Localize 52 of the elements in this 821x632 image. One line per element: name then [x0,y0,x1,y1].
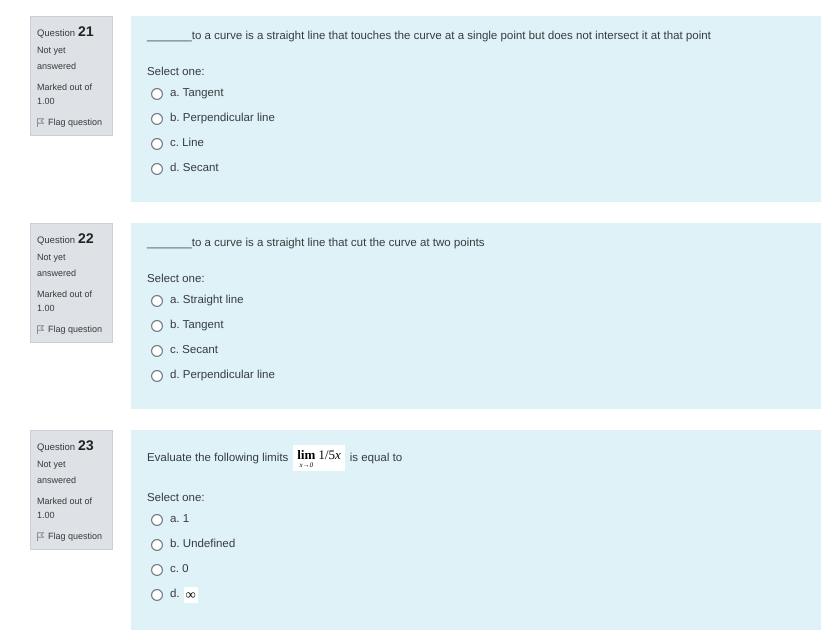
radio-button[interactable] [151,588,163,600]
radio-button[interactable] [151,162,163,174]
question-number: 22 [78,229,94,247]
flag-question-link[interactable]: Flag question [48,529,102,543]
option-label[interactable]: a. Straight line [170,292,244,310]
flag-icon[interactable] [37,532,44,540]
question-state: Not yet answered [37,458,78,487]
option-label[interactable]: c. 0 [170,560,189,578]
option-label[interactable]: b. Undefined [170,536,236,554]
question-text: _______to a curve is a straight line that touches the curve at a single point but does not intersect it at that point [147,29,711,44]
radio-button[interactable] [151,370,163,382]
radio-button[interactable] [151,564,163,576]
question-label: Question [37,27,76,41]
question-text: Evaluate the following limits [147,451,288,466]
flag-icon[interactable] [37,118,44,126]
option-label[interactable]: c. Line [170,134,204,152]
radio-button[interactable] [151,514,163,526]
option-label[interactable]: d. [170,586,180,604]
radio-button[interactable] [151,88,163,100]
limit-operator: lim [297,448,316,461]
question-label: Question [37,441,76,455]
question-number: 21 [78,22,94,40]
question-mark: Marked out of 1.00 [37,288,94,315]
option-label[interactable]: b. Perpendicular line [170,110,275,128]
question-state: Not yet answered [37,44,78,73]
math-answer: ∞ [184,586,198,602]
question-state: Not yet answered [37,251,78,280]
question-number: 23 [78,436,94,454]
option-label[interactable]: a. Tangent [170,84,224,102]
flag-question-link[interactable]: Flag question [48,115,102,129]
radio-button[interactable] [151,344,163,356]
radio-button[interactable] [151,294,163,306]
select-one-prompt: Select one: [147,65,206,80]
select-one-prompt: Select one: [147,272,206,287]
question-text: _______to a curve is a straight line that cut the curve at two points [147,236,485,251]
flag-icon[interactable] [37,324,44,334]
radio-button[interactable] [151,320,163,332]
option-label[interactable]: d. Perpendicular line [170,366,275,384]
question-text: is equal to [350,451,402,466]
question-mark: Marked out of 1.00 [37,81,94,108]
select-one-prompt: Select one: [147,491,206,506]
math-expression: 1/5x [318,448,341,461]
option-label[interactable]: a. 1 [170,510,190,528]
option-label[interactable]: c. Secant [170,342,218,360]
flag-question-link[interactable]: Flag question [48,322,102,336]
radio-button[interactable] [151,112,163,124]
option-label[interactable]: b. Tangent [170,316,224,334]
question-mark: Marked out of 1.00 [37,495,94,522]
radio-button[interactable] [151,538,163,550]
question-label: Question [37,234,76,248]
radio-button[interactable] [151,138,163,150]
option-label[interactable]: d. Secant [170,160,219,178]
